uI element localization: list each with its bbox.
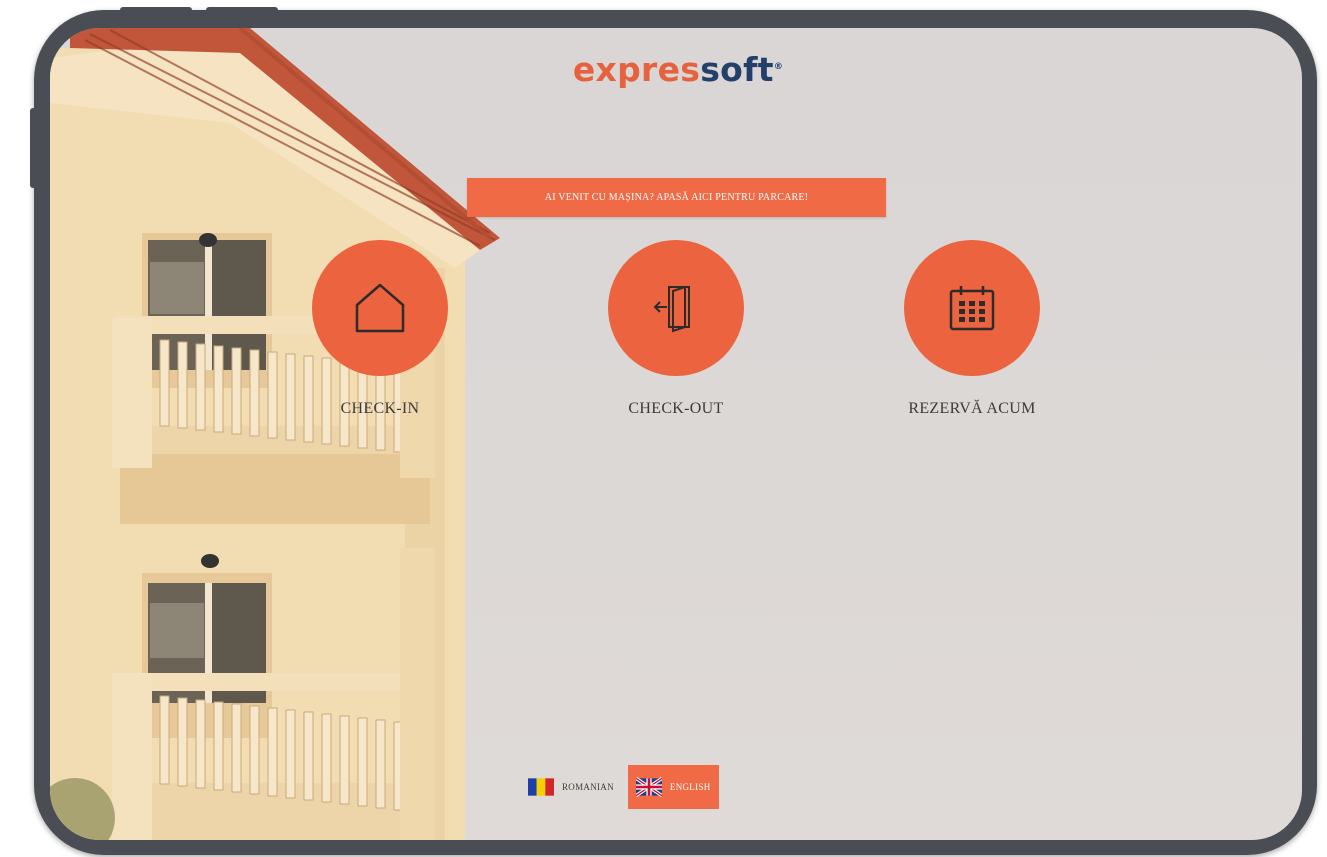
check-in-button[interactable]: CHECK-IN xyxy=(280,240,480,418)
parking-banner-button[interactable]: AI VENIT CU MAȘINA? APASĂ AICI PENTRU PA… xyxy=(467,178,886,217)
check-in-circle[interactable] xyxy=(312,240,448,376)
logo-part-1: expres xyxy=(572,50,701,89)
hotel-building-image xyxy=(50,28,500,840)
romania-flag-icon xyxy=(528,778,554,796)
language-romanian-label: ROMANIAN xyxy=(562,782,614,792)
logo-registered-mark: ® xyxy=(773,62,784,72)
tablet-top-button-2 xyxy=(206,7,278,13)
book-now-button[interactable]: REZERVĂ ACUM xyxy=(872,240,1072,418)
language-english-button[interactable]: ENGLISH xyxy=(627,765,719,809)
uk-flag-icon xyxy=(635,777,662,797)
kiosk-screen: expressoft® AI VENIT CU MAȘINA? APASĂ AI… xyxy=(50,28,1302,840)
language-selector: ROMANIAN ENGLISH xyxy=(520,765,719,809)
check-out-circle[interactable] xyxy=(608,240,744,376)
logo-part-2: soft xyxy=(700,50,774,89)
calendar-icon xyxy=(949,286,995,331)
book-now-label: REZERVĂ ACUM xyxy=(908,400,1036,417)
house-icon xyxy=(355,283,405,333)
check-in-label: CHECK-IN xyxy=(340,400,420,417)
parking-banner-label: AI VENIT CU MAȘINA? APASĂ AICI PENTRU PA… xyxy=(544,192,809,203)
check-out-button[interactable]: CHECK-OUT xyxy=(576,240,776,418)
door-exit-icon xyxy=(653,285,690,333)
tablet-side-button xyxy=(30,108,36,188)
tablet-top-button-1 xyxy=(120,7,192,13)
expressoft-logo: expressoft® xyxy=(568,50,788,89)
book-now-circle[interactable] xyxy=(904,240,1040,376)
check-out-label: CHECK-OUT xyxy=(628,400,724,417)
language-romanian-button[interactable]: ROMANIAN xyxy=(520,765,622,809)
language-english-label: ENGLISH xyxy=(669,782,711,792)
